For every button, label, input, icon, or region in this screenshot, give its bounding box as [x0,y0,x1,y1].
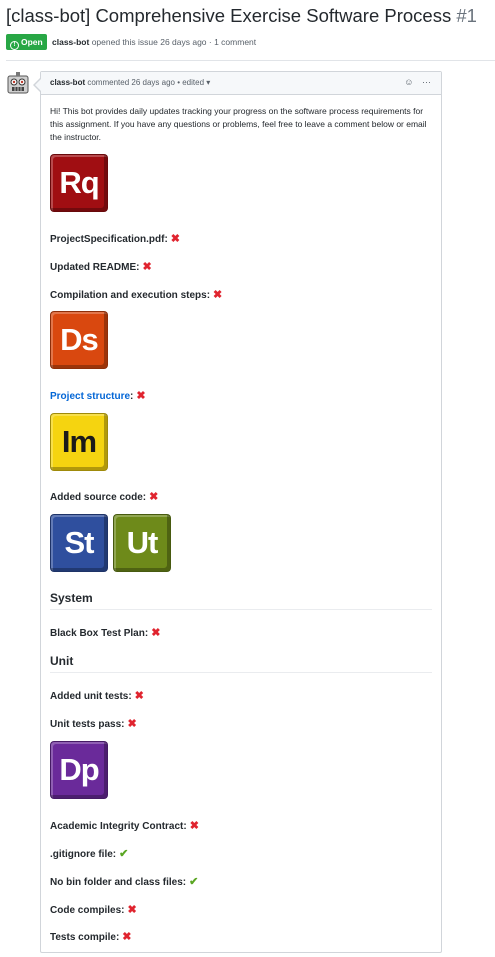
fail-icon: ✖ [127,718,137,730]
fail-icon: ✖ [122,931,132,943]
badge-ut: Ut [113,514,171,572]
pass-icon: ✔ [189,876,199,888]
badge-ut-label: Ut [126,525,159,560]
section-unit-label: Unit [50,654,74,668]
badge-dp: Dp [50,741,108,799]
item-academic: Academic Integrity Contract: ✖ [50,819,199,834]
fail-icon: ✖ [136,390,146,402]
fail-icon: ✖ [151,627,161,639]
badge-st-label: St [64,525,95,560]
comment-box: class-bot commented 26 days ago • edited… [33,71,442,953]
fail-icon: ✖ [142,261,152,273]
issue-meta: ! Open class-bot opened this issue 26 day… [6,34,495,50]
issue-title-text: [class-bot] Comprehensive Exercise Softw… [6,5,452,26]
badge-dp-label: Dp [59,752,99,787]
issue-opened-text: opened this issue 26 days ago · 1 commen… [91,37,257,47]
issue-open-icon: ! [10,41,19,50]
comment-header: class-bot commented 26 days ago • edited… [41,72,441,95]
section-unit-heading: Unit [50,654,432,673]
item-tests-compile-label: Tests compile: [50,932,120,943]
item-no-bin: No bin folder and class files: ✔ [50,875,198,890]
item-readme: Updated README: ✖ [50,260,152,275]
issue-meta-text: class-bot opened this issue 26 days ago … [52,37,256,47]
item-black-box: Black Box Test Plan: ✖ [50,626,160,641]
badge-im-label: Im [61,424,97,459]
fail-icon: ✖ [134,690,144,702]
item-code-compiles-label: Code compiles: [50,905,125,916]
avatar[interactable] [7,72,29,94]
item-source-code: Added source code: ✖ [50,490,158,505]
item-project-structure: Project structure: ✖ [50,389,146,404]
pass-icon: ✔ [119,848,129,860]
fail-icon: ✖ [149,491,159,503]
badge-rq-label: Rq [59,165,99,200]
section-system-label: System [50,591,93,605]
item-tests-compile: Tests compile: ✖ [50,930,132,945]
issue-number: #1 [456,5,477,26]
fail-icon: ✖ [127,904,137,916]
item-compilation-label: Compilation and execution steps: [50,290,211,301]
more-options-icon[interactable]: ··· [422,77,431,87]
item-project-structure-colon: : [130,391,134,402]
section-system-heading: System [50,591,432,610]
comment-meta: class-bot commented 26 days ago • edited… [50,78,210,87]
item-project-spec: ProjectSpecification.pdf: ✖ [50,232,180,247]
comment-edited-menu[interactable]: commented 26 days ago • edited ▾ [87,78,210,87]
comment-actions: ☺ ··· [398,77,431,87]
item-no-bin-label: No bin folder and class files: [50,877,187,888]
badge-ds: Ds [50,311,108,369]
section-divider [50,609,432,610]
item-unit-tests-added-label: Added unit tests: [50,691,132,702]
item-source-code-label: Added source code: [50,492,147,503]
fail-icon: ✖ [170,233,181,245]
fail-icon: ✖ [189,820,199,832]
item-unit-tests-added: Added unit tests: ✖ [50,689,144,704]
item-gitignore: .gitignore file: ✔ [50,847,128,862]
badge-rq: Rq [50,154,108,212]
item-unit-tests-pass: Unit tests pass: ✖ [50,717,137,732]
item-gitignore-label: .gitignore file: [50,849,117,860]
badge-ds-label: Ds [60,322,99,357]
item-code-compiles: Code compiles: ✖ [50,903,137,918]
item-compilation: Compilation and execution steps: ✖ [50,288,222,303]
item-unit-tests-pass-label: Unit tests pass: [50,719,125,730]
intro-text: Hi! This bot provides daily updates trac… [50,106,427,142]
item-readme-label: Updated README: [50,262,140,273]
item-black-box-label: Black Box Test Plan: [50,628,149,639]
project-structure-link[interactable]: Project structure [50,391,130,402]
section-divider [50,672,432,673]
status-badge: ! Open [6,34,47,50]
status-label: Open [21,37,43,47]
comment-author-link[interactable]: class-bot [50,78,85,87]
item-project-spec-label: ProjectSpecification.pdf: [50,234,168,245]
header-divider [6,60,495,61]
badge-im: Im [50,413,108,471]
fail-icon: ✖ [213,289,223,301]
badge-st: St [50,514,108,572]
item-academic-label: Academic Integrity Contract: [50,821,187,832]
issue-author-link[interactable]: class-bot [52,37,89,47]
add-reaction-icon[interactable]: ☺ [404,77,413,87]
issue-title: [class-bot] Comprehensive Exercise Softw… [6,5,495,27]
